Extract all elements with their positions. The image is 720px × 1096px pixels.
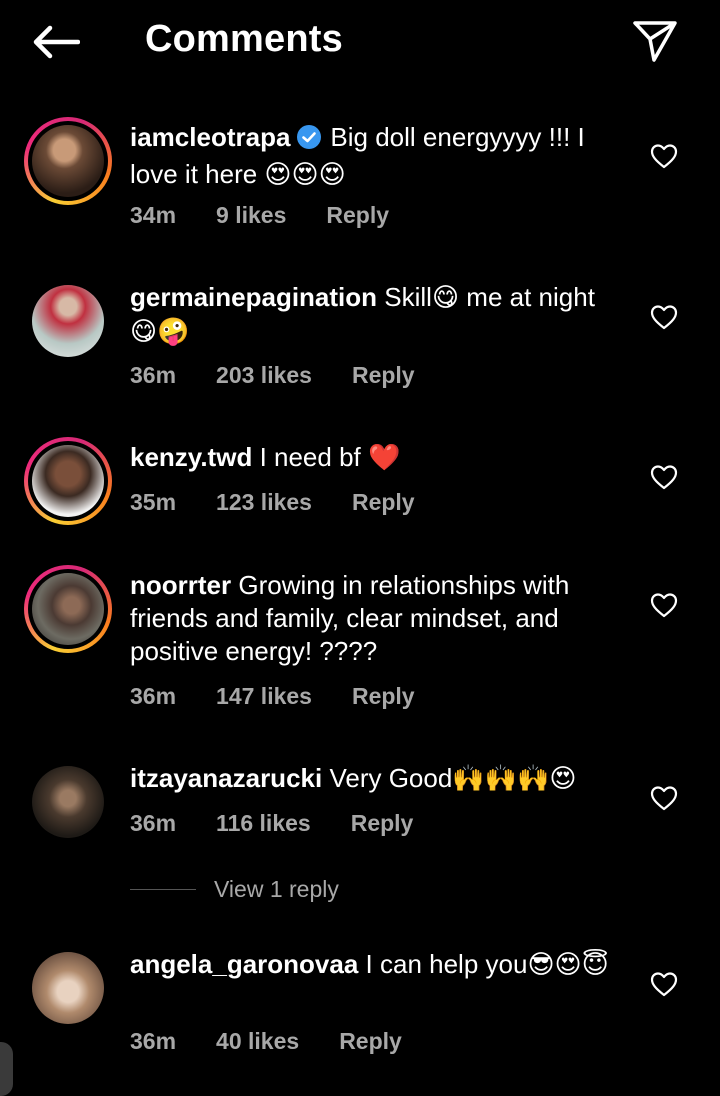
- reply-button[interactable]: Reply: [352, 362, 415, 389]
- comment-body: Skill: [384, 282, 432, 312]
- heart-icon[interactable]: [650, 785, 678, 811]
- paper-plane-icon: [633, 21, 677, 62]
- comment-meta: 36m 116 likes Reply: [130, 810, 453, 837]
- header: Comments: [0, 0, 720, 84]
- view-replies-label: View 1 reply: [214, 876, 339, 902]
- comment-text: itzayanazarucki Very Good🙌🙌🙌😍: [130, 762, 635, 796]
- comment-meta: 34m 9 likes Reply: [130, 202, 429, 229]
- comment-likes[interactable]: 9 likes: [216, 202, 286, 229]
- comment-time: 36m: [130, 1028, 177, 1054]
- comment-meta: 36m 40 likes Reply: [130, 1028, 442, 1055]
- comment-time: 36m: [130, 362, 177, 388]
- comment-emoji: 🙌🙌🙌😍: [452, 764, 577, 794]
- comment-likes[interactable]: 203 likes: [216, 362, 312, 389]
- comment-body-cont: me at night: [459, 282, 595, 312]
- avatar[interactable]: [24, 117, 112, 205]
- reply-button[interactable]: Reply: [352, 683, 415, 710]
- reply-button[interactable]: Reply: [326, 202, 389, 229]
- comment-time: 36m: [130, 810, 177, 836]
- heart-emoji: ❤️: [368, 443, 401, 473]
- share-button[interactable]: [630, 16, 680, 66]
- comment-username[interactable]: itzayanazarucki: [130, 763, 322, 793]
- arrow-left-icon: [33, 25, 80, 59]
- divider: [130, 889, 196, 890]
- comment-username[interactable]: kenzy.twd: [130, 442, 252, 472]
- page-title: Comments: [145, 18, 343, 60]
- comment-likes[interactable]: 123 likes: [216, 489, 312, 516]
- comment-emoji: 😋: [431, 283, 460, 313]
- scroll-handle[interactable]: [0, 1042, 13, 1096]
- avatar[interactable]: [24, 565, 112, 653]
- comment-body: I need bf: [259, 442, 361, 472]
- comment-text: angela_garonovaa I can help you😎😍😇: [130, 948, 635, 982]
- comment-username[interactable]: germainepagination: [130, 282, 377, 312]
- verified-badge-icon: [296, 124, 322, 158]
- view-replies-button[interactable]: View 1 reply: [130, 876, 339, 903]
- comment-text: iamcleotrapa Big doll energyyyy !!! I lov…: [130, 121, 635, 192]
- comment-username[interactable]: angela_garonovaa: [130, 949, 358, 979]
- comment-text: kenzy.twd I need bf ❤️: [130, 441, 635, 475]
- comment-username[interactable]: iamcleotrapa: [130, 122, 290, 152]
- comment-username[interactable]: noorrter: [130, 570, 231, 600]
- comment-meta: 35m 123 likes Reply: [130, 489, 455, 516]
- heart-icon[interactable]: [650, 592, 678, 618]
- comment-likes[interactable]: 40 likes: [216, 1028, 299, 1055]
- comment-meta: 36m 147 likes Reply: [130, 683, 455, 710]
- comment-time: 34m: [130, 202, 177, 228]
- comment-emoji: 😎😍😇: [527, 950, 609, 980]
- comment-text: germainepagination Skill😋 me at night 😋🤪: [130, 281, 635, 349]
- heart-icon[interactable]: [650, 304, 678, 330]
- back-button[interactable]: [30, 20, 82, 64]
- reply-button[interactable]: Reply: [352, 489, 415, 516]
- avatar[interactable]: [24, 758, 112, 846]
- comment-meta: 36m 203 likes Reply: [130, 362, 455, 389]
- comment-likes[interactable]: 116 likes: [216, 810, 311, 837]
- comment-body: Very Good: [329, 763, 453, 793]
- reply-button[interactable]: Reply: [339, 1028, 402, 1055]
- comment-emoji: 😋🤪: [130, 317, 190, 347]
- comment-likes[interactable]: 147 likes: [216, 683, 312, 710]
- comment-time: 36m: [130, 683, 177, 709]
- avatar[interactable]: [24, 944, 112, 1032]
- comment-body: I can help you: [365, 949, 528, 979]
- avatar[interactable]: [24, 437, 112, 525]
- comment-emoji: 😍😍😍: [264, 160, 346, 190]
- reply-button[interactable]: Reply: [351, 810, 414, 837]
- heart-icon[interactable]: [650, 971, 678, 997]
- comment-time: 35m: [130, 489, 177, 515]
- avatar[interactable]: [24, 277, 112, 365]
- comment-text: noorrter Growing in relationships with f…: [130, 569, 635, 668]
- heart-icon[interactable]: [650, 143, 678, 169]
- heart-icon[interactable]: [650, 464, 678, 490]
